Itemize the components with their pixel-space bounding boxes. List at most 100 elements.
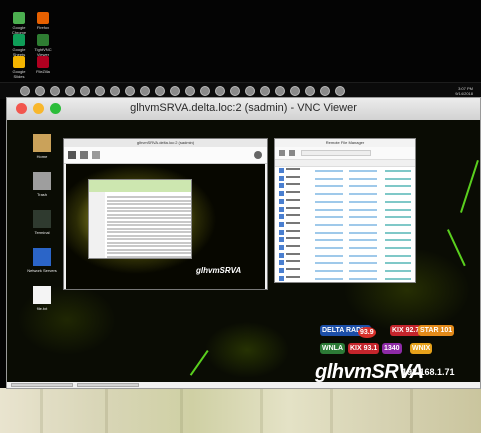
nested-vnc-toolbar[interactable] — [64, 147, 267, 164]
nested-vnc-window[interactable]: glhvmSRVA.delta.loc:2 (sadmin) glhvmSRVA — [63, 138, 268, 290]
file-icon — [279, 252, 284, 258]
file-icon — [279, 206, 284, 212]
desktop-item-icon — [33, 134, 51, 152]
remote-icon-label: file.txt — [36, 306, 48, 311]
cell-placeholder — [385, 254, 411, 257]
taskbar-app-icon[interactable] — [275, 86, 285, 96]
host-desktop-icon[interactable]: Google Sheets — [8, 34, 30, 57]
cell-placeholder — [315, 239, 343, 242]
station-badge: WNLA — [320, 343, 345, 354]
cell-placeholder — [349, 216, 377, 219]
toolbar-icon[interactable] — [80, 151, 88, 159]
remote-desktop[interactable]: Home Trash Terminal Network Servers file.txt… — [7, 120, 480, 388]
path-bar[interactable] — [301, 150, 371, 156]
file-name-placeholder — [286, 275, 300, 278]
remote-desktop-icon[interactable]: Trash — [25, 172, 59, 197]
cell-placeholder — [315, 185, 343, 188]
taskbar-app-icon[interactable] — [305, 86, 315, 96]
taskbar-app-icon[interactable] — [110, 86, 120, 96]
station-badge: WNIX — [410, 343, 433, 354]
taskbar-app-icon[interactable] — [335, 86, 345, 96]
cell-placeholder — [349, 239, 377, 242]
settings-icon[interactable] — [254, 151, 262, 159]
vnc-viewer-window[interactable]: glhvmSRVA.delta.loc:2 (sadmin) - VNC Vie… — [6, 97, 481, 389]
app-icon — [37, 34, 49, 46]
remote-desktop-icon[interactable]: Terminal — [25, 210, 59, 235]
cell-placeholder — [385, 170, 411, 172]
file-icon — [279, 221, 284, 227]
forward-icon[interactable] — [289, 150, 295, 156]
host-desktop-icon[interactable]: FileZilla — [32, 56, 54, 74]
cell-placeholder — [315, 208, 343, 211]
cell-placeholder — [315, 216, 343, 219]
taskbar-app-icon[interactable] — [170, 86, 180, 96]
taskbar-app-icon[interactable] — [65, 86, 75, 96]
cell-placeholder — [349, 177, 377, 180]
nested-list-row — [107, 227, 191, 230]
taskbar-app-icon[interactable] — [140, 86, 150, 96]
file-icon — [279, 175, 284, 181]
toolbar-icon[interactable] — [68, 151, 76, 159]
file-manager-toolbar[interactable] — [275, 147, 415, 160]
file-icon — [279, 260, 284, 266]
nested-app-header — [89, 180, 191, 192]
taskbar-app-icon[interactable] — [80, 86, 90, 96]
nested-list-row — [107, 213, 191, 216]
host-desktop-icon[interactable]: Firefox — [32, 12, 54, 30]
taskbar-app-icon[interactable] — [125, 86, 135, 96]
host-desktop-icon[interactable]: TightVNC Viewer — [32, 34, 54, 57]
remote-taskbar-button[interactable] — [11, 383, 73, 387]
taskbar-app-icon[interactable] — [185, 86, 195, 96]
host-desktop-icon[interactable]: Google Chrome — [8, 12, 30, 35]
remote-file-manager-window[interactable]: Remote File Manager — [274, 138, 416, 283]
nested-vnc-title: glhvmSRVA.delta.loc:2 (sadmin) — [64, 139, 267, 147]
file-icon — [279, 268, 284, 274]
taskbar-app-icon[interactable] — [50, 86, 60, 96]
cell-placeholder — [385, 185, 411, 188]
file-icon — [279, 214, 284, 220]
remote-desktop-icon[interactable]: Network Servers — [25, 248, 59, 273]
nested-app-sidebar — [89, 192, 105, 258]
taskbar-app-icon[interactable] — [20, 86, 30, 96]
nested-app-window[interactable] — [88, 179, 192, 259]
cell-placeholder — [315, 193, 343, 196]
taskbar-clock[interactable]: 3:07 PM 9/14/2018 — [455, 86, 473, 96]
nested-list-row — [107, 234, 191, 237]
nested-list-row — [107, 245, 191, 247]
station-badge: STAR 101 — [418, 325, 455, 336]
taskbar-app-icon[interactable] — [155, 86, 165, 96]
remote-taskbar-button[interactable] — [77, 383, 139, 387]
taskbar-app-icon[interactable] — [290, 86, 300, 96]
toolbar-icon[interactable] — [92, 151, 100, 159]
taskbar-app-icon[interactable] — [230, 86, 240, 96]
file-icon — [279, 275, 284, 281]
taskbar-app-icon[interactable] — [95, 86, 105, 96]
file-icon — [279, 168, 284, 173]
host-desktop-icon[interactable]: Google Slides — [8, 56, 30, 79]
cell-placeholder — [385, 231, 411, 234]
taskbar-app-icon[interactable] — [200, 86, 210, 96]
remote-desktop-icon[interactable]: Home — [25, 134, 59, 159]
cell-placeholder — [315, 270, 343, 273]
file-name-placeholder — [286, 237, 300, 240]
vnc-titlebar[interactable]: glhvmSRVA.delta.loc:2 (sadmin) - VNC Vie… — [7, 98, 480, 121]
nested-list-row — [107, 238, 191, 240]
cell-placeholder — [349, 254, 377, 257]
nested-list-row — [107, 196, 191, 198]
host-icon-label: Google Slides — [12, 69, 26, 79]
file-row[interactable] — [277, 275, 413, 282]
file-icon — [279, 183, 284, 189]
file-name-placeholder — [286, 252, 300, 255]
back-icon[interactable] — [279, 150, 285, 156]
cell-placeholder — [385, 270, 411, 273]
cell-placeholder — [315, 262, 343, 265]
taskbar-app-icon[interactable] — [320, 86, 330, 96]
taskbar-app-icon[interactable] — [260, 86, 270, 96]
nested-remote-screen[interactable]: glhvmSRVA — [66, 164, 265, 289]
cell-placeholder — [349, 170, 377, 172]
cell-placeholder — [315, 254, 343, 257]
taskbar-app-icon[interactable] — [245, 86, 255, 96]
taskbar-app-icon[interactable] — [35, 86, 45, 96]
remote-desktop-icon[interactable]: file.txt — [25, 286, 59, 311]
taskbar-app-icon[interactable] — [215, 86, 225, 96]
